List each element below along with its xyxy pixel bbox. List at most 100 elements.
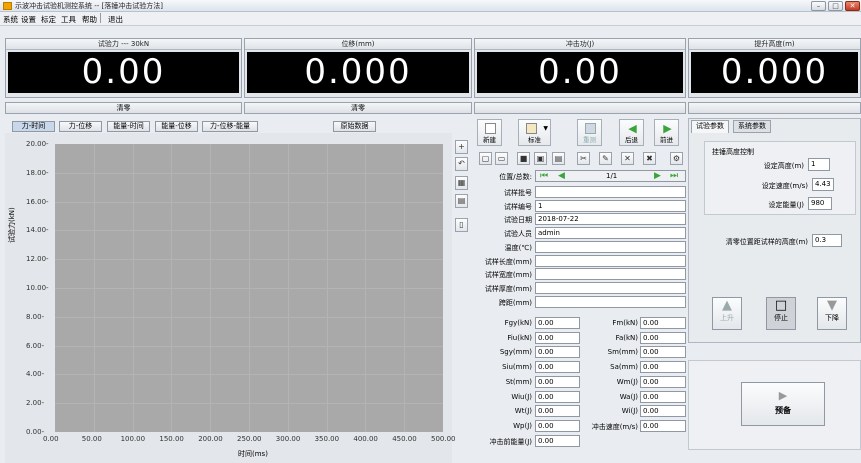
chart-settings-icon[interactable]: ▤	[455, 194, 468, 208]
cut-icon[interactable]: ✂	[577, 152, 590, 165]
forward-button[interactable]: ▶ 前进	[654, 119, 679, 146]
standard-button[interactable]: ▼ 标准	[518, 119, 551, 146]
print-icon[interactable]: ▣	[534, 152, 547, 165]
set-speed-input[interactable]: 4.43	[812, 178, 834, 191]
result-label: Wiu(J)	[511, 392, 532, 401]
delete-all-icon[interactable]: ✖	[643, 152, 656, 165]
tab-force-disp-energy[interactable]: 力-位移-能量	[202, 121, 258, 132]
x-axis-label: 时间(ms)	[238, 450, 268, 458]
field-input[interactable]: 1	[535, 199, 686, 212]
result-value: 0.00	[535, 361, 580, 374]
zero-force-button[interactable]: 清零	[5, 102, 242, 114]
menu-settings[interactable]: 设置	[21, 14, 36, 25]
prev-record-icon[interactable]: ◀	[558, 171, 565, 181]
grid-line-horizontal	[55, 316, 443, 318]
new-file-icon	[485, 123, 496, 134]
crosshair-icon[interactable]: +	[455, 140, 468, 154]
next-record-icon[interactable]: ▶	[654, 171, 661, 181]
y-tick-label: 10.00-	[26, 284, 49, 292]
displacement-caption: 位移(mm)	[245, 39, 471, 50]
tab-force-time[interactable]: 力-时间	[12, 121, 55, 132]
position-value: 1/1	[606, 172, 618, 180]
result-label: Fiu(kN)	[507, 333, 532, 342]
y-tick-label: 6.00-	[26, 341, 45, 350]
zero-pos-input[interactable]: 0.3	[812, 234, 842, 247]
y-tick-label: 4.00-	[26, 370, 45, 379]
result-label: 冲击前能量(J)	[489, 437, 532, 446]
stop-square-icon: □	[774, 298, 788, 313]
field-label: 试样批号	[504, 189, 532, 197]
arrow-right-icon: ▶	[663, 122, 672, 135]
close-icon[interactable]: ✕	[845, 1, 860, 11]
last-record-icon[interactable]: ⏭	[670, 171, 678, 181]
plot-area[interactable]	[55, 144, 443, 432]
x-tick-label: 0.00	[43, 435, 59, 443]
record-navigator: ⏮ ◀ 1/1 ▶ ⏭	[535, 170, 686, 182]
x-tick-label: 300.00	[275, 435, 301, 443]
result-value: 0.00	[640, 331, 686, 344]
grid-line-horizontal	[55, 345, 443, 347]
down-button[interactable]: ▼ 下降	[817, 297, 847, 330]
edit-icon[interactable]: ✎	[599, 152, 612, 165]
save-icon[interactable]: ■	[517, 152, 530, 165]
field-input[interactable]	[535, 186, 686, 198]
y-tick-label: 2.00-	[26, 399, 45, 408]
lift-height-value: 0.000	[691, 52, 858, 93]
menu-tools[interactable]: 工具	[61, 14, 76, 25]
back-button[interactable]: ◀ 后退	[619, 119, 644, 146]
grid-icon[interactable]: ▦	[455, 176, 468, 190]
height-control-title: 挂锤高度控制	[712, 148, 754, 156]
clipboard-icon[interactable]: ▯	[455, 218, 468, 232]
zero-displacement-button[interactable]: 清零	[244, 102, 472, 114]
new-doc-icon[interactable]: ▢	[479, 152, 492, 165]
prestrike-button[interactable]: ▶ 预备	[741, 382, 825, 426]
result-value: 0.00	[640, 375, 686, 388]
field-input[interactable]	[535, 254, 686, 267]
app-icon	[3, 2, 12, 10]
field-input[interactable]: admin	[535, 227, 686, 240]
result-label: Wt(J)	[514, 407, 532, 416]
field-input[interactable]	[535, 295, 686, 308]
menu-help[interactable]: 帮助	[82, 14, 97, 25]
tab-energy-time[interactable]: 能量-时间	[107, 121, 150, 132]
tab-test-params[interactable]: 试验参数	[691, 120, 729, 133]
x-tick-label: 400.00	[353, 435, 378, 443]
retest-button[interactable]: 重测	[577, 119, 602, 146]
set-energy-input[interactable]: 980	[808, 197, 832, 210]
y-tick-label: 18.00-	[26, 168, 49, 177]
x-tick-label: 500.00	[431, 435, 456, 443]
tab-force-displacement[interactable]: 力-位移	[59, 121, 102, 132]
y-tick-label: 0.00-	[26, 428, 45, 436]
set-height-input[interactable]: 1	[808, 158, 830, 171]
field-label: 试样宽度(mm)	[484, 271, 532, 280]
field-input[interactable]: 2018-07-22	[535, 213, 686, 226]
raw-data-button[interactable]: 原始数据	[333, 121, 376, 132]
play-icon: ▶	[778, 389, 788, 402]
delete-icon[interactable]: ✕	[621, 152, 634, 165]
energy-value: 0.00	[477, 52, 683, 93]
up-button[interactable]: ▲ 上升	[712, 297, 742, 330]
menu-calibrate[interactable]: 标定	[41, 14, 56, 25]
field-input[interactable]	[535, 240, 686, 253]
menu-exit[interactable]: 退出	[108, 14, 123, 25]
new-button[interactable]: 新建	[477, 119, 502, 146]
result-value: 0.00	[535, 419, 580, 432]
x-tick-label: 50.00	[81, 435, 102, 443]
settings-icon[interactable]: ⚙	[670, 152, 683, 165]
y-tick-label: 12.00-	[26, 255, 49, 264]
open-folder-icon[interactable]: ▭	[495, 152, 508, 165]
field-input[interactable]	[535, 268, 686, 281]
report-icon[interactable]: ▤	[552, 152, 565, 165]
undo-zoom-icon[interactable]: ↶	[455, 157, 468, 171]
result-value: 0.00	[535, 331, 580, 344]
menu-system[interactable]: 系统	[3, 14, 18, 25]
result-value: 0.00	[640, 346, 686, 359]
maximize-icon[interactable]: □	[828, 1, 843, 11]
stop-button[interactable]: □ 停止	[766, 297, 796, 330]
tab-system-params[interactable]: 系统参数	[733, 120, 771, 133]
tab-energy-displacement[interactable]: 能量-位移	[155, 121, 198, 132]
result-label: Sm(mm)	[607, 348, 638, 357]
field-input[interactable]	[535, 281, 686, 294]
minimize-icon[interactable]: –	[811, 1, 826, 11]
first-record-icon[interactable]: ⏮	[540, 171, 548, 181]
